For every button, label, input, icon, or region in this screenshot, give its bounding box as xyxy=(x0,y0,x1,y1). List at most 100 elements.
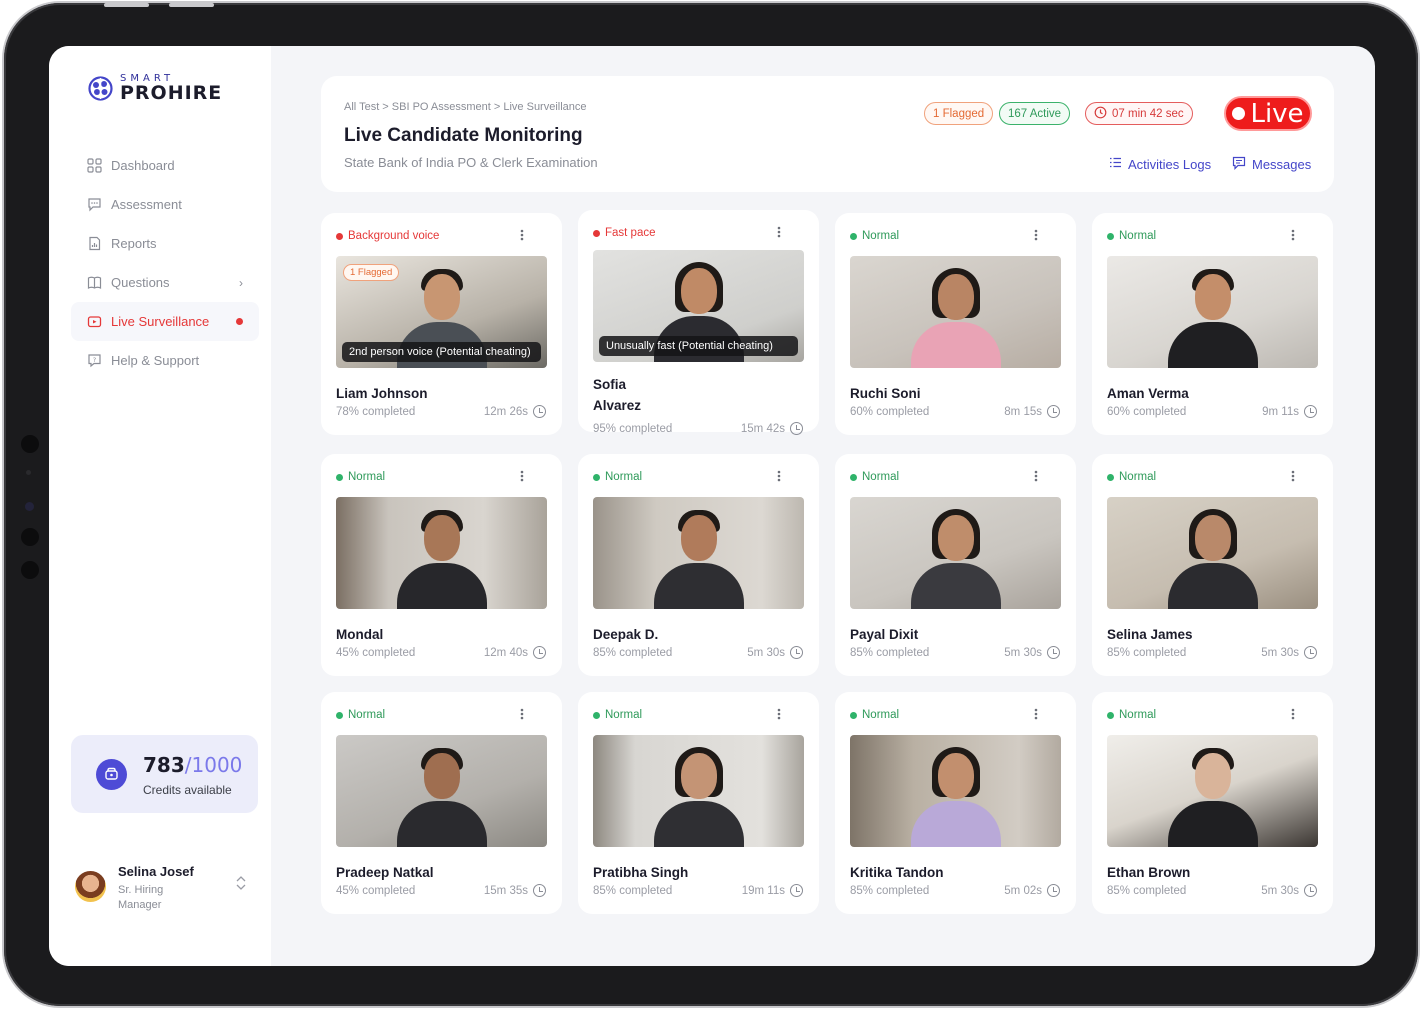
more-options-icon[interactable] xyxy=(1291,229,1295,241)
clock-icon xyxy=(1047,884,1060,897)
video-feed[interactable] xyxy=(1107,256,1318,368)
video-feed[interactable] xyxy=(850,497,1061,609)
sidebar-item-assessment[interactable]: Assessment xyxy=(71,185,259,224)
sidebar-item-live-surveillance[interactable]: Live Surveillance xyxy=(71,302,259,341)
more-options-icon[interactable] xyxy=(1034,229,1038,241)
candidate-name: Kritika Tandon xyxy=(850,865,944,880)
status-text: Normal xyxy=(862,471,900,483)
sidebar-item-dashboard[interactable]: Dashboard xyxy=(71,146,259,185)
brand-big: PROHIRE xyxy=(120,82,223,104)
status-text: Normal xyxy=(862,230,900,242)
status-badge: Normal xyxy=(593,709,642,721)
more-options-icon[interactable] xyxy=(520,708,524,720)
status-text: Normal xyxy=(605,709,643,721)
candidate-progress: 95% completed xyxy=(593,423,673,435)
credits-card: 783/1000 Credits available xyxy=(71,735,258,813)
elapsed-time-text: 9m 11s xyxy=(1262,405,1299,418)
chevron-up-down-icon[interactable] xyxy=(235,874,247,894)
candidate-card[interactable]: Fast pace Unusually fast (Potential cheat… xyxy=(578,210,819,435)
video-feed[interactable] xyxy=(850,735,1061,847)
clock-icon xyxy=(790,884,803,897)
status-dot-icon xyxy=(850,711,857,719)
candidate-card[interactable]: Normal Ruchi Soni 60% completed 8m 15s xyxy=(835,213,1076,435)
status-badge: Normal xyxy=(850,471,899,483)
video-feed[interactable] xyxy=(1107,497,1318,609)
candidate-card[interactable]: Normal Mondal 45% completed 12m 40s xyxy=(321,454,562,676)
candidate-card[interactable]: Normal Payal Dixit 85% completed 5m 30s xyxy=(835,454,1076,676)
video-feed[interactable] xyxy=(593,735,804,847)
video-feed[interactable] xyxy=(1107,735,1318,847)
user-name: Selina Josef xyxy=(118,864,194,879)
status-dot-icon xyxy=(336,232,343,240)
report-icon xyxy=(87,236,102,251)
more-options-icon[interactable] xyxy=(777,708,781,720)
more-options-icon[interactable] xyxy=(777,470,781,482)
candidate-card[interactable]: Background voice 1 Flagged 2nd person voic… xyxy=(321,213,562,435)
more-options-icon[interactable] xyxy=(1291,708,1295,720)
sidebar-item-help[interactable]: ? Help & Support xyxy=(71,341,259,380)
video-feed[interactable]: 1 Flagged 2nd person voice (Potential che… xyxy=(336,256,547,368)
user-profile[interactable]: Selina Josef Sr. Hiring Manager xyxy=(75,864,255,916)
status-dot-icon xyxy=(1107,473,1114,481)
candidate-name: Liam Johnson xyxy=(336,386,428,401)
status-text: Normal xyxy=(1119,471,1157,483)
candidate-elapsed-time: 5m 30s xyxy=(1261,646,1317,659)
video-feed[interactable] xyxy=(593,497,804,609)
page-header: All Test > SBI PO Assessment > Live Surv… xyxy=(321,76,1334,192)
video-feed[interactable] xyxy=(336,497,547,609)
live-button[interactable]: Live xyxy=(1224,96,1312,131)
brand-logo[interactable]: SMART PROHIRE xyxy=(87,74,222,103)
brain-icon xyxy=(88,76,113,101)
live-dot-icon xyxy=(1232,107,1246,120)
status-text: Normal xyxy=(348,709,386,721)
more-options-icon[interactable] xyxy=(520,470,524,482)
clock-icon xyxy=(533,405,546,418)
candidate-card[interactable]: Normal Pradeep Natkal 45% completed 15m 35s xyxy=(321,692,562,914)
candidate-card[interactable]: Normal Selina James 85% completed 5m 30s xyxy=(1092,454,1333,676)
status-badge: Fast pace xyxy=(593,227,656,239)
active-count-badge[interactable]: 167 Active xyxy=(999,102,1071,125)
hardware-button xyxy=(104,3,149,7)
more-options-icon[interactable] xyxy=(777,226,781,238)
candidate-progress: 60% completed xyxy=(1107,406,1187,418)
elapsed-time-text: 5m 30s xyxy=(1261,884,1299,897)
messages-link[interactable]: Messages xyxy=(1232,156,1311,173)
sidebar-item-label: Questions xyxy=(111,275,170,290)
sidebar-item-questions[interactable]: Questions › xyxy=(71,263,259,302)
credits-count: 783/1000 xyxy=(143,753,243,777)
more-options-icon[interactable] xyxy=(1034,708,1038,720)
candidate-progress: 85% completed xyxy=(850,885,930,897)
candidate-card[interactable]: Normal Kritika Tandon 85% completed 5m 02s xyxy=(835,692,1076,914)
candidate-video-figure xyxy=(653,735,744,847)
video-feed[interactable] xyxy=(850,256,1061,368)
status-dot-icon xyxy=(1107,711,1114,719)
sidebar-item-label: Reports xyxy=(111,236,157,251)
candidate-card[interactable]: Normal Aman Verma 60% completed 9m 11s xyxy=(1092,213,1333,435)
status-badge: Normal xyxy=(1107,230,1156,242)
more-options-icon[interactable] xyxy=(1291,470,1295,482)
video-feed[interactable] xyxy=(336,735,547,847)
candidate-progress: 85% completed xyxy=(593,647,673,659)
candidate-card[interactable]: Normal Deepak D. 85% completed 5m 30s xyxy=(578,454,819,676)
status-text: Normal xyxy=(1119,230,1157,242)
status-text: Normal xyxy=(1119,709,1157,721)
candidate-name: Aman Verma xyxy=(1107,386,1189,401)
candidate-elapsed-time: 12m 40s xyxy=(484,646,546,659)
candidate-card[interactable]: Normal Ethan Brown 85% completed 5m 30s xyxy=(1092,692,1333,914)
avatar xyxy=(75,871,106,902)
camera-lens xyxy=(25,502,34,511)
candidate-card[interactable]: Normal Pratibha Singh 85% completed 19m 11s xyxy=(578,692,819,914)
more-options-icon[interactable] xyxy=(1034,470,1038,482)
video-feed[interactable]: Unusually fast (Potential cheating) xyxy=(593,250,804,362)
more-options-icon[interactable] xyxy=(520,229,524,241)
sidebar-item-reports[interactable]: Reports xyxy=(71,224,259,263)
activities-logs-link[interactable]: Activities Logs xyxy=(1109,156,1211,172)
status-dot-icon xyxy=(593,711,600,719)
status-text: Normal xyxy=(862,709,900,721)
elapsed-time-text: 5m 30s xyxy=(1261,646,1299,659)
clock-icon xyxy=(1304,884,1317,897)
breadcrumb[interactable]: All Test > SBI PO Assessment > Live Surv… xyxy=(344,101,587,113)
clock-icon xyxy=(1304,405,1317,418)
candidate-elapsed-time: 5m 30s xyxy=(1004,646,1060,659)
flagged-count-badge[interactable]: 1 Flagged xyxy=(924,102,994,125)
